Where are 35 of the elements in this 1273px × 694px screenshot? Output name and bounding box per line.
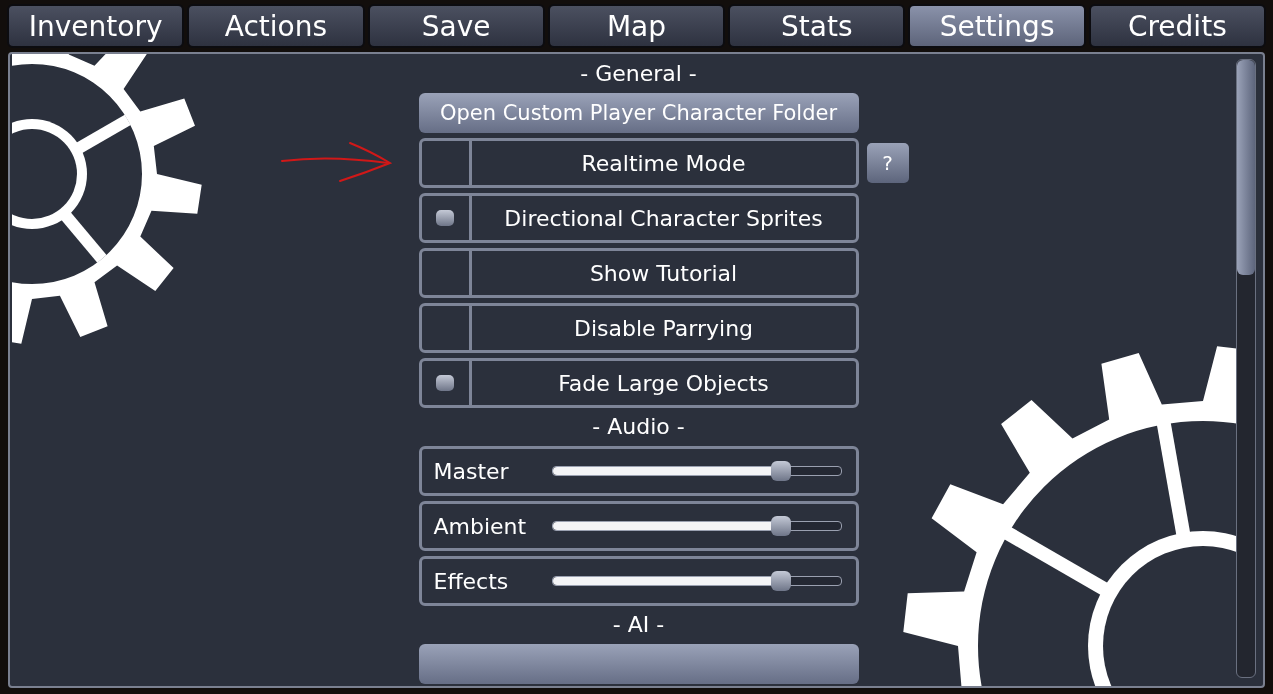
tab[interactable]: Credits [1088, 4, 1266, 48]
tab[interactable]: Inventory [7, 4, 185, 48]
toggle-label: Disable Parrying [572, 315, 755, 341]
scrollbar-thumb[interactable] [1237, 60, 1255, 275]
toggle-row[interactable]: Disable Parrying [418, 303, 859, 353]
toggle-row[interactable]: Fade Large Objects [418, 358, 859, 408]
toggle-row[interactable]: Directional Character Sprites [418, 193, 859, 243]
slider-label: Master [433, 458, 510, 484]
slider-label: Ambient [433, 513, 528, 539]
tab[interactable]: Actions [187, 4, 365, 48]
toggle-row[interactable]: Show Tutorial [418, 248, 859, 298]
section-heading: - General - [580, 60, 697, 88]
volume-slider[interactable] [551, 571, 842, 591]
section-heading: - Audio - [592, 413, 685, 441]
folder-button[interactable]: Open Custom Player Character Folder [418, 93, 859, 133]
toggle-row[interactable]: Realtime Mode [418, 138, 859, 188]
toggle-label: Directional Character Sprites [503, 205, 824, 231]
slider-thumb[interactable] [770, 571, 791, 591]
volume-slider[interactable] [551, 461, 842, 481]
toggle-knob-icon [436, 375, 454, 391]
tab[interactable]: Save [367, 4, 545, 48]
section-heading: - AI - [612, 611, 665, 639]
toggle-label: Fade Large Objects [557, 370, 770, 396]
toggle-label: Realtime Mode [580, 150, 747, 176]
tab[interactable]: Stats [728, 4, 906, 48]
tab[interactable]: Map [547, 4, 726, 48]
tab[interactable]: Settings [908, 4, 1086, 48]
scrollbar[interactable] [1236, 59, 1256, 678]
volume-slider[interactable] [551, 516, 842, 536]
toggle-knob-icon [436, 210, 454, 226]
slider-thumb[interactable] [770, 516, 791, 536]
toggle-label: Show Tutorial [588, 260, 739, 286]
slider-thumb[interactable] [770, 461, 791, 481]
slider-label: Effects [433, 568, 510, 594]
help-button[interactable]: ? [866, 143, 909, 183]
